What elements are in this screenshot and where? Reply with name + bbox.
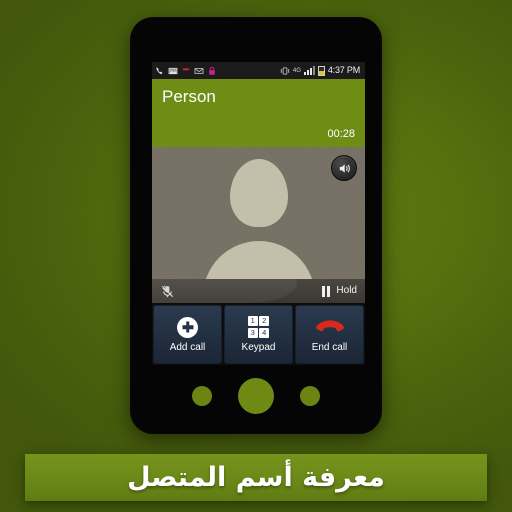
end-call-label: End call (311, 342, 348, 353)
microphone-muted-icon (161, 285, 174, 297)
lock-icon (209, 66, 215, 75)
mute-toggle-button[interactable] (160, 284, 175, 299)
call-header: Person 00:28 (152, 79, 365, 147)
caller-name: Person (162, 87, 216, 106)
email-envelope-icon (194, 67, 204, 74)
keypad-key-3: 3 (247, 327, 258, 338)
phone-screen: 4G 4:37 PM Person 00:28 Hold Add call 1 … (152, 62, 365, 365)
hold-button[interactable]: Hold (322, 285, 357, 297)
avatar-head (229, 159, 288, 227)
keypad-key-1: 1 (247, 316, 258, 327)
add-call-label: Add call (169, 342, 206, 353)
status-bar-right-icons: 4G 4:37 PM (280, 65, 362, 76)
battery-icon (317, 65, 325, 76)
hold-label: Hold (336, 285, 357, 296)
status-bar: 4G 4:37 PM (152, 62, 365, 79)
speaker-icon (339, 163, 350, 173)
keypad-button[interactable]: 1 2 3 4 Keypad (224, 305, 293, 364)
keypad-grid-icon: 1 2 3 4 (247, 316, 270, 338)
bottom-banner: معرفة أسم المتصل (25, 454, 487, 501)
back-button[interactable] (300, 386, 320, 406)
call-action-buttons: Add call 1 2 3 4 Keypad End call (152, 303, 365, 365)
pause-icon (322, 285, 331, 297)
end-call-handset-icon (315, 316, 345, 338)
in-call-control-bar: Hold (152, 279, 365, 303)
end-call-button[interactable]: End call (295, 305, 364, 364)
add-call-button[interactable]: Add call (153, 305, 222, 364)
status-bar-left-icons (155, 66, 217, 76)
plus-circle-icon (177, 316, 198, 338)
caller-photo-area (152, 147, 365, 279)
avatar-body (202, 241, 315, 279)
menu-button[interactable] (192, 386, 212, 406)
keypad-key-4: 4 (259, 327, 270, 338)
speaker-toggle-button[interactable] (331, 155, 357, 181)
hardware-button-row (131, 378, 381, 414)
screenshot-image-icon (168, 67, 178, 74)
screenshot-canvas: 4G 4:37 PM Person 00:28 Hold Add call 1 … (0, 0, 512, 512)
call-duration-timer: 00:28 (327, 128, 355, 140)
home-button[interactable] (238, 378, 274, 414)
missed-call-icon (182, 67, 190, 71)
phone-call-icon (156, 66, 163, 74)
network-type-label: 4G (292, 67, 301, 74)
banner-title: معرفة أسم المتصل (127, 462, 385, 493)
keypad-label: Keypad (241, 342, 276, 353)
status-bar-clock: 4:37 PM (327, 65, 360, 75)
keypad-key-2: 2 (259, 316, 270, 327)
vibrate-mute-icon (280, 66, 290, 75)
signal-bars-icon (303, 66, 315, 75)
